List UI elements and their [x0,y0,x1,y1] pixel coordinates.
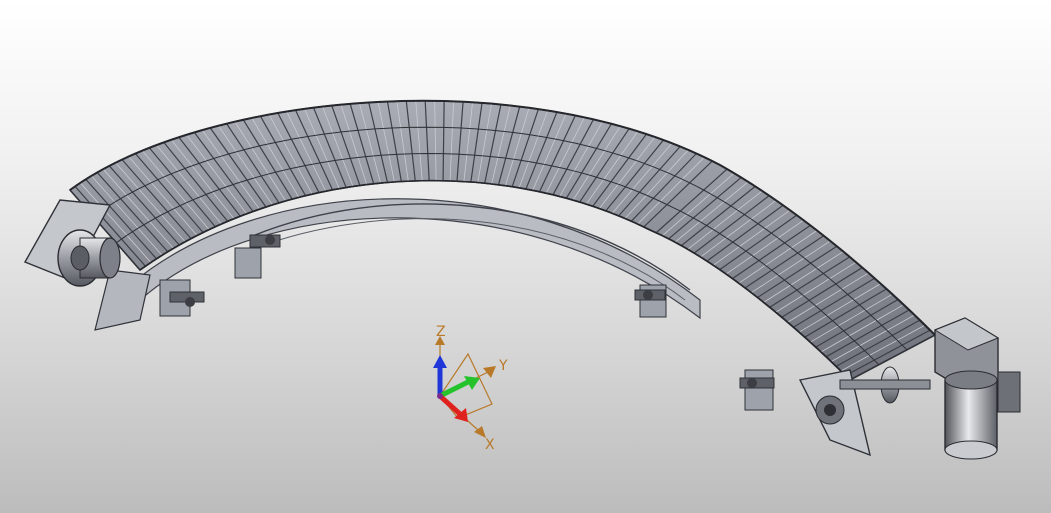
coordinate-triad[interactable]: Z Y X [433,324,508,453]
left-end-plate-lower [94,269,151,331]
gear-motor [933,317,1021,460]
x-axis-arrow[interactable] [438,394,462,416]
left-end-pulley [57,229,121,287]
z-axis-arrowhead [433,355,447,368]
y-handle-arrowhead [483,366,496,378]
x-axis-label: X [485,437,495,453]
y-axis-label: Y [498,358,508,374]
triad-origin[interactable] [437,393,443,399]
z-axis-label: Z [436,324,446,340]
curved-belt-conveyor-model[interactable] [23,99,1021,460]
model-canvas[interactable]: Z Y X [0,0,1051,513]
right-support-bracket [634,284,775,411]
3d-viewport[interactable]: Z Y X [0,0,1051,513]
